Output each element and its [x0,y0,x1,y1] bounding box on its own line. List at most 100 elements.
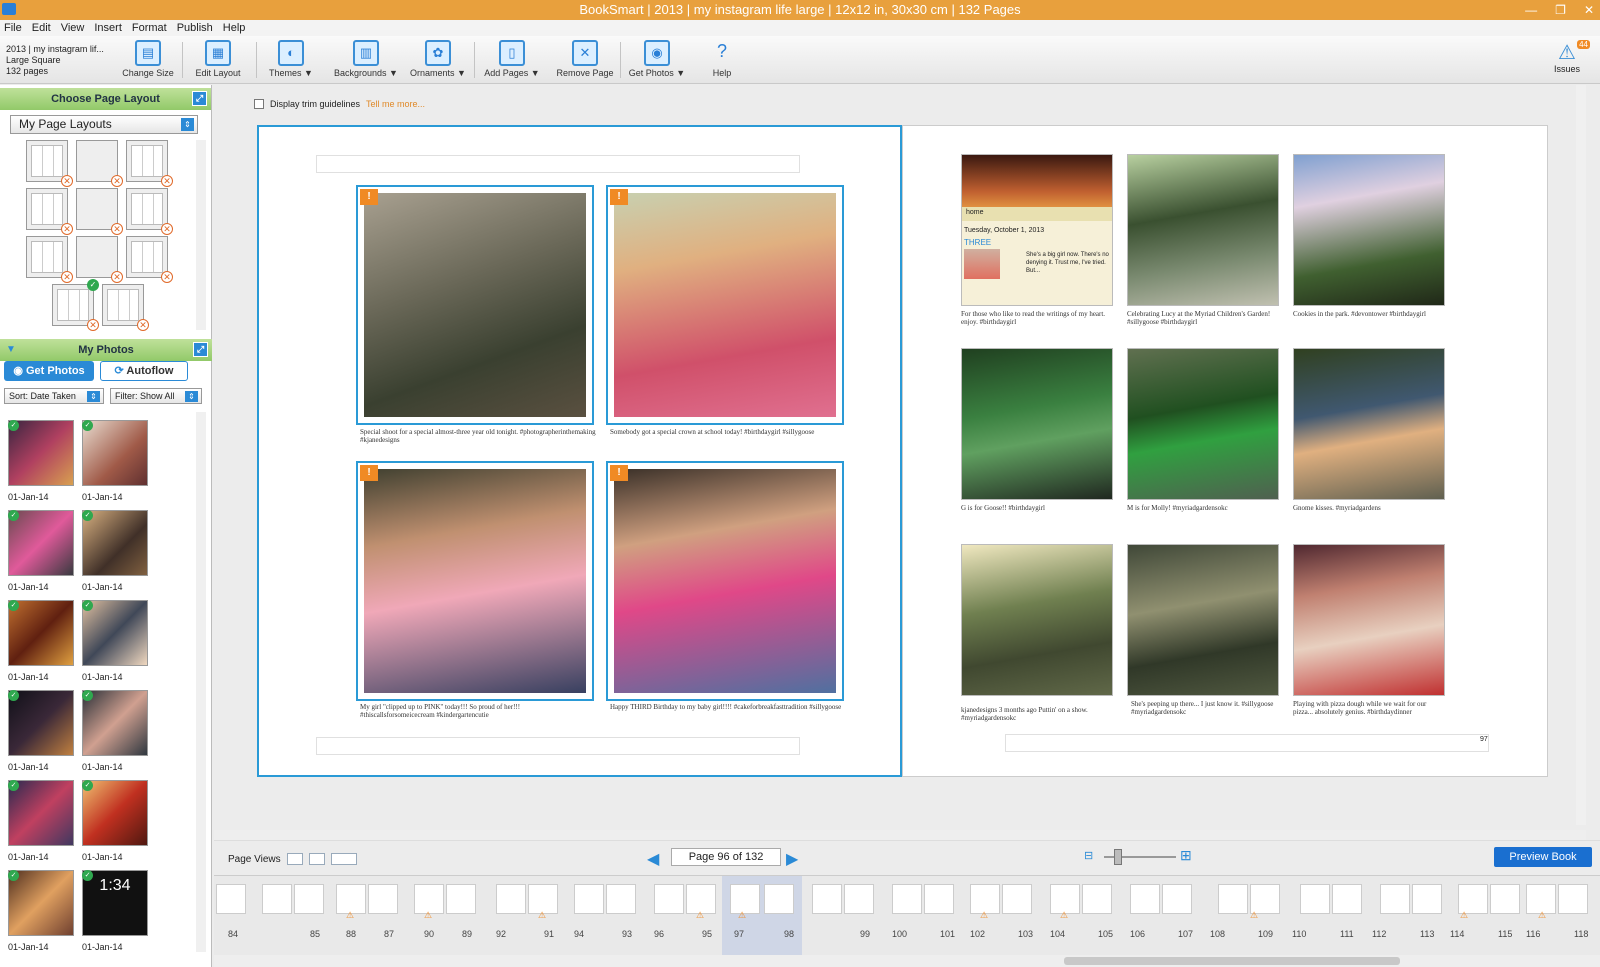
photo-frame[interactable] [1293,154,1445,306]
menu-help[interactable]: Help [223,20,246,36]
ornaments-button[interactable]: ✿ Ornaments ▼ [410,40,466,78]
photo-thumb[interactable]: ✓ [82,600,148,666]
themes-button[interactable]: ◐ Themes ▼ [266,40,316,78]
scroll-thumb[interactable] [1064,957,1400,965]
help-button[interactable]: ? Help [708,40,736,78]
edit-layout-button[interactable]: ▦ Edit Layout [194,40,242,78]
page-number-field[interactable]: Page 96 of 132 [671,848,781,866]
menu-publish[interactable]: Publish [177,20,213,36]
spread-thumb[interactable]: 99 [808,884,882,954]
remove-icon[interactable]: ✕ [61,223,73,235]
preview-book-button[interactable]: Preview Book [1494,847,1592,867]
photo-thumb[interactable]: ✓ [8,690,74,756]
photo-caption[interactable]: kjanedesigns 3 months ago Puttin' on a s… [961,706,1113,732]
autoflow-button[interactable]: ⟳ Autoflow [100,361,188,381]
zoom-out-icon[interactable]: ⊟ [1084,849,1093,862]
spread-thumb[interactable]: ⚠ 92 91 [492,884,566,954]
spread-thumb[interactable]: 110 111 [1292,884,1370,954]
layout-thumb[interactable]: ✕ [126,140,173,187]
remove-icon[interactable]: ✕ [161,175,173,187]
photo-caption[interactable]: Somebody got a special crown at school t… [610,428,846,446]
maximize-icon[interactable]: ❐ [1555,0,1566,20]
warning-icon[interactable]: ! [360,189,378,205]
text-box[interactable] [316,737,800,755]
spread-thumb-selected[interactable]: ⚠ 97 98 [722,876,802,955]
spread-thumb[interactable]: 106 107 [1126,884,1200,954]
zoom-in-icon[interactable]: ⊞ [1180,847,1192,864]
photo-caption[interactable]: Happy THIRD Birthday to my baby girl!!!!… [610,703,846,721]
photo-frame[interactable] [1293,544,1445,696]
spread-thumb[interactable]: ⚠ 116 118 [1522,884,1596,954]
warning-icon[interactable]: ! [610,189,628,205]
photo-caption[interactable]: Celebrating Lucy at the Myriad Children'… [1127,310,1279,328]
photo-thumb[interactable]: ✓ [8,420,74,486]
layout-thumb[interactable]: ✕ [126,236,173,283]
spread-thumb[interactable]: ⚠ 114 115 [1450,884,1528,954]
photo-caption[interactable]: She's peeping up there... I just know it… [1131,700,1279,718]
photo-frame[interactable] [961,544,1113,696]
trim-checkbox[interactable] [254,99,264,109]
spread-thumb[interactable]: 8384 [214,884,254,954]
warning-icon[interactable]: ! [360,465,378,481]
photos-scrollbar[interactable] [196,412,206,952]
text-box[interactable] [316,155,800,173]
remove-icon[interactable]: ✕ [161,271,173,283]
photo-thumb[interactable]: ✓ [8,510,74,576]
text-box[interactable] [1005,734,1489,752]
remove-icon[interactable]: ✕ [87,319,99,331]
expand-icon[interactable]: ⤢ [193,342,208,357]
photo-caption[interactable]: My girl "clipped up to PINK" today!!! So… [360,703,596,721]
photo-thumb[interactable]: ✓ [82,420,148,486]
layout-dropdown[interactable]: My Page Layouts ⇕ [10,115,198,134]
remove-icon[interactable]: ✕ [111,271,123,283]
menu-format[interactable]: Format [132,20,167,36]
layout-thumb[interactable]: ✕ [26,140,73,187]
spread-thumb[interactable]: ⚠ 90 89 [410,884,484,954]
add-pages-button[interactable]: ▯ Add Pages ▼ [484,40,540,78]
menu-file[interactable]: File [4,20,22,36]
photo-frame[interactable] [961,348,1113,500]
layout-scrollbar[interactable] [196,140,206,330]
layout-thumb[interactable]: ✓ ✕ [52,279,99,331]
photo-caption[interactable]: For those who like to read the writings … [961,310,1113,328]
photo-frame[interactable] [1127,544,1279,696]
layout-thumb[interactable]: ✕ [26,188,73,235]
photo-caption[interactable]: G is for Goose!! #birthdaygirl [961,504,1113,522]
photo-frame[interactable]: home Tuesday, October 1, 2013 THREE She'… [961,154,1113,306]
menu-edit[interactable]: Edit [32,20,51,36]
filmstrip-scrollbar[interactable] [214,955,1600,967]
expand-icon[interactable]: ⤢ [192,91,207,106]
photo-caption[interactable]: M is for Molly! #myriadgardensokc [1127,504,1279,522]
warning-icon[interactable]: ! [610,465,628,481]
photo-thumb[interactable]: ✓ [8,600,74,666]
close-icon[interactable]: ✕ [1584,0,1594,20]
single-page-view-icon[interactable] [286,853,303,865]
photo-frame[interactable] [1293,348,1445,500]
canvas-vscrollbar[interactable] [1576,85,1586,825]
layout-thumb[interactable]: ✕ [76,140,123,187]
multi-page-view-icon[interactable] [330,853,357,865]
right-page[interactable]: home Tuesday, October 1, 2013 THREE She'… [902,125,1548,777]
left-page[interactable]: ! Special shoot for a special almost-thr… [257,125,902,777]
remove-icon[interactable]: ✕ [137,319,149,331]
photo-caption[interactable]: Playing with pizza dough while we wait f… [1293,700,1445,718]
change-size-button[interactable]: ▤ Change Size [122,40,174,78]
spread-thumb[interactable]: ⚠ 88 87 [332,884,406,954]
photo-frame[interactable] [1127,348,1279,500]
layout-thumb[interactable]: ✕ [26,236,73,283]
photo-frame[interactable]: ! [356,185,594,425]
remove-page-button[interactable]: ✕ Remove Page [554,40,616,78]
layout-thumb[interactable]: ✕ [102,284,149,331]
photo-thumb[interactable]: ✓ [82,510,148,576]
layout-thumb[interactable]: ✕ [126,188,173,235]
spread-thumb[interactable]: 94 93 [570,884,644,954]
get-photos-panel-button[interactable]: ◉ Get Photos [4,361,94,381]
previous-page-icon[interactable]: ◀ [647,849,659,869]
spread-thumb[interactable]: ⚠ 108 109 [1210,884,1288,954]
remove-icon[interactable]: ✕ [61,271,73,283]
photo-frame[interactable]: ! [356,461,594,701]
photo-thumb[interactable]: ✓ [82,780,148,846]
menu-insert[interactable]: Insert [94,20,122,36]
spread-thumb[interactable]: ⚠ 104 105 [1046,884,1120,954]
zoom-slider[interactable] [1114,849,1122,865]
